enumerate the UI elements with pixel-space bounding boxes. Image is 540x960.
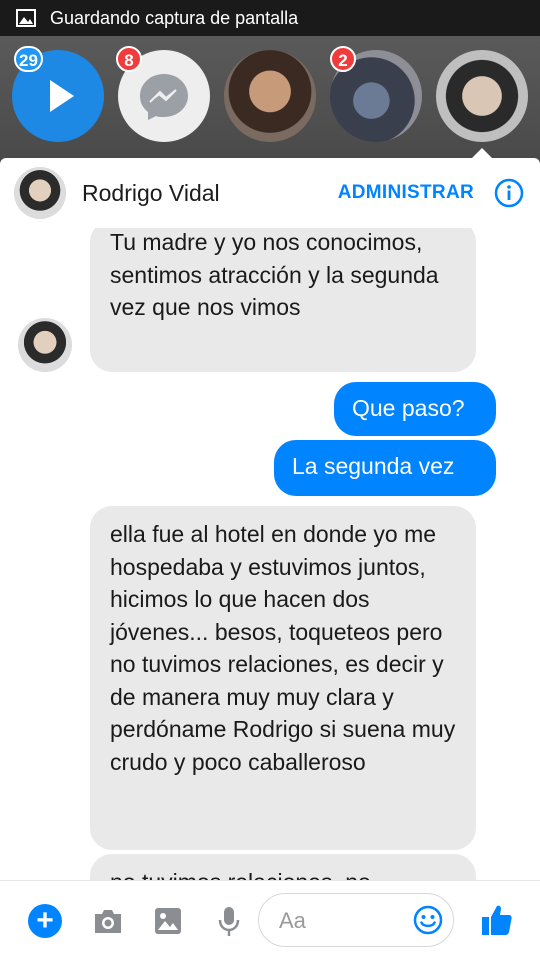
message-list[interactable]: Tu madre y yo nos conocimos, sentimos at… <box>0 228 540 880</box>
avatar <box>18 318 72 372</box>
microphone-icon[interactable] <box>217 905 241 939</box>
avatar <box>436 50 528 142</box>
composer-bar: + Aa <box>0 880 540 960</box>
message-input-placeholder: Aa <box>279 908 306 933</box>
chat-head-video[interactable]: 29 <box>12 46 104 142</box>
message-bubble-incoming: Tu madre y yo nos conocimos, sentimos at… <box>90 228 476 372</box>
unread-badge: 2 <box>330 46 356 72</box>
chat-head-active[interactable] <box>436 50 528 142</box>
camera-icon[interactable] <box>92 907 124 935</box>
unread-badge: 29 <box>14 46 43 72</box>
gallery-icon[interactable] <box>153 906 183 936</box>
message-bubble-incoming: no tuvimos relaciones, no <box>90 854 476 880</box>
contact-name[interactable]: Rodrigo Vidal <box>82 180 338 207</box>
status-text: Guardando captura de pantalla <box>50 7 299 28</box>
chat-head-messenger[interactable]: 8 <box>116 46 210 142</box>
avatar <box>224 50 316 142</box>
conversation-header: Rodrigo Vidal ADMINISTRAR <box>0 158 540 228</box>
emoji-icon[interactable] <box>413 905 443 935</box>
plus-icon[interactable]: + <box>28 904 62 938</box>
chat-heads-bar: 29 8 2 <box>0 36 540 160</box>
avatar[interactable] <box>14 167 66 219</box>
unread-badge: 8 <box>116 46 142 72</box>
manage-button[interactable]: ADMINISTRAR <box>338 182 474 204</box>
message-bubble-outgoing: La segunda vez <box>274 440 496 496</box>
message-input[interactable]: Aa <box>258 893 454 947</box>
message-bubble-outgoing: Que paso? <box>334 382 496 436</box>
chat-head-contact[interactable]: 2 <box>330 46 422 142</box>
message-bubble-incoming: ella fue al hotel en donde yo me hospeda… <box>90 506 476 850</box>
status-bar: Guardando captura de pantalla <box>0 0 540 36</box>
chat-head-contact[interactable] <box>224 50 316 142</box>
screenshot-image-icon <box>16 9 36 27</box>
info-icon[interactable] <box>494 178 524 208</box>
thumbs-up-icon[interactable] <box>480 903 514 937</box>
